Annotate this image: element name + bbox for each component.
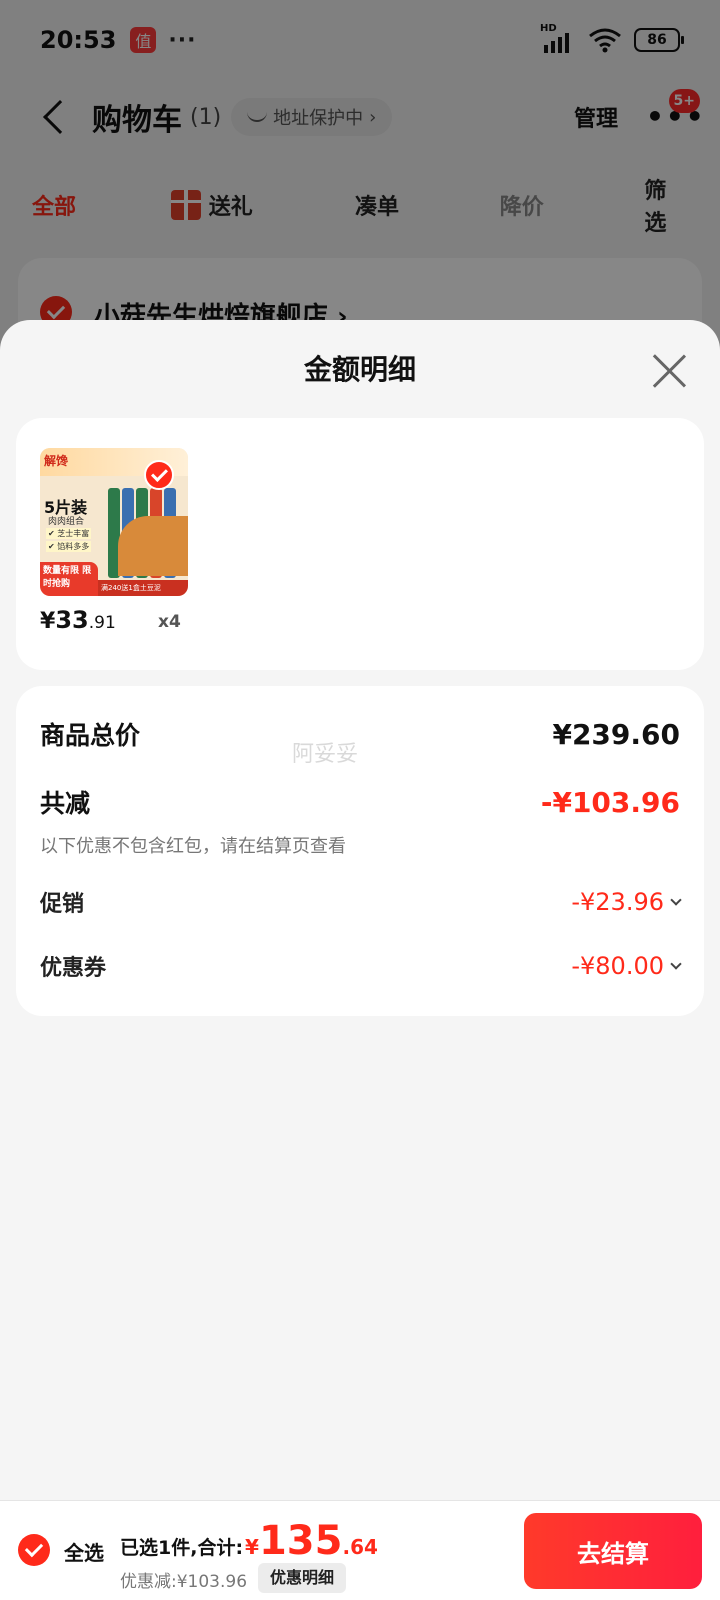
sheet-title: 金额明细 bbox=[303, 353, 416, 386]
summary-row-total: 商品总价 ¥239.60 bbox=[40, 716, 680, 752]
coupon-value-group: -¥80.00 bbox=[571, 952, 682, 980]
total-decimal: .64 bbox=[342, 1535, 378, 1559]
total-label: 商品总价 bbox=[40, 721, 141, 750]
summary-row-coupon[interactable]: 优惠券 -¥80.00 bbox=[40, 950, 682, 982]
amount-detail-sheet: 金额明细 解馋 5片装 肉肉组合 ✔ 芝士丰富 ✔ 馅料多多 数量有限 限时抢购… bbox=[0, 320, 720, 1600]
summary-row-discount: 共减 -¥103.96 bbox=[40, 784, 680, 820]
coupon-label: 优惠券 bbox=[40, 956, 107, 981]
selected-total: 已选1件,合计: ¥ 135 .64 bbox=[120, 1521, 378, 1561]
close-icon[interactable] bbox=[650, 352, 688, 390]
product-price: ¥ 33 .91 bbox=[40, 606, 116, 634]
checkout-bar: 全选 已选1件,合计: ¥ 135 .64 优惠减:¥103.96 优惠明细 去… bbox=[0, 1500, 720, 1600]
product-image[interactable]: 解馋 5片装 肉肉组合 ✔ 芝士丰富 ✔ 馅料多多 数量有限 限时抢购 满240… bbox=[40, 448, 188, 596]
total-currency: ¥ bbox=[245, 1535, 259, 1559]
chevron-down-icon bbox=[670, 894, 682, 906]
price-summary-card: 阿妥妥 商品总价 ¥239.60 共减 -¥103.96 以下优惠不包含红包，请… bbox=[16, 686, 704, 1016]
product-image-sub: 肉肉组合 bbox=[48, 517, 85, 527]
discount-value: -¥103.96 bbox=[540, 785, 680, 819]
coupon-value: -¥80.00 bbox=[571, 952, 664, 980]
product-image-logo: 解馋 bbox=[44, 454, 69, 468]
summary-row-promo[interactable]: 促销 -¥23.96 bbox=[40, 886, 682, 918]
price-currency: ¥ bbox=[40, 609, 56, 634]
promo-value: -¥23.96 bbox=[571, 888, 664, 916]
discount-detail-button[interactable]: 优惠明细 bbox=[258, 1563, 347, 1593]
discount-note: 以下优惠不包含红包，请在结算页查看 bbox=[40, 836, 346, 857]
product-card: 解馋 5片装 肉肉组合 ✔ 芝士丰富 ✔ 馅料多多 数量有限 限时抢购 满240… bbox=[16, 418, 704, 670]
price-integer: 33 bbox=[55, 606, 89, 634]
total-value: ¥239.60 bbox=[552, 717, 680, 751]
promo-label: 促销 bbox=[40, 892, 85, 917]
product-image-tag: ✔ 芝士丰富 bbox=[46, 528, 92, 539]
product-selected-check-icon bbox=[144, 460, 174, 490]
selected-text: 已选1件,合计: bbox=[120, 1537, 244, 1559]
total-integer: 135 bbox=[258, 1518, 343, 1564]
discount-summary: 优惠减:¥103.96 bbox=[120, 1572, 248, 1592]
discount-label: 共减 bbox=[40, 789, 91, 818]
checkout-button[interactable]: 去结算 bbox=[524, 1513, 702, 1589]
select-all-label[interactable]: 全选 bbox=[64, 1537, 104, 1566]
promo-value-group: -¥23.96 bbox=[571, 888, 682, 916]
chevron-down-icon bbox=[670, 958, 682, 970]
product-image-bottom: 满240送1盒土豆泥 bbox=[98, 580, 188, 596]
select-all-check-icon[interactable] bbox=[18, 1534, 50, 1566]
price-decimal: .91 bbox=[88, 613, 116, 633]
product-quantity: x4 bbox=[158, 612, 181, 632]
product-image-tag: ✔ 馅料多多 bbox=[46, 541, 92, 552]
product-image-promo: 数量有限 限时抢购 bbox=[40, 562, 98, 596]
